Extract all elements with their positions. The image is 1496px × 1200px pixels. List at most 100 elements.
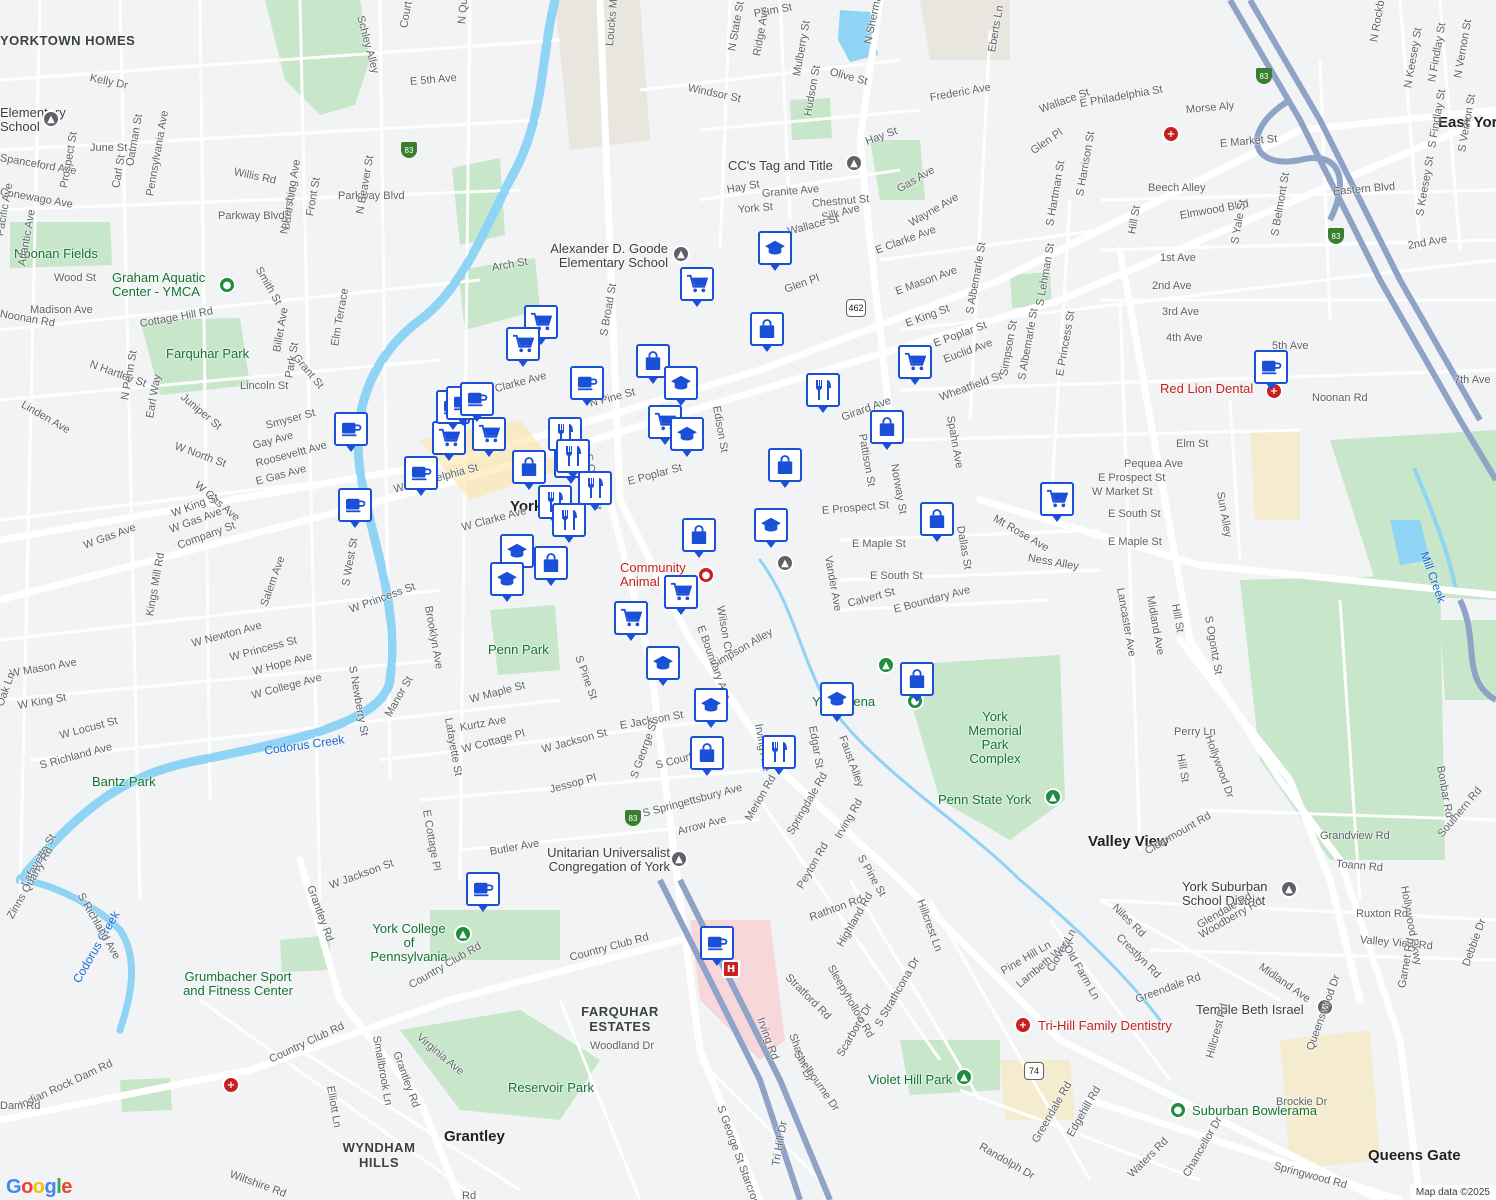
marker-pointer [691, 299, 703, 307]
map-marker-cart[interactable] [506, 327, 540, 371]
school-icon: ▲ [454, 925, 472, 943]
restaurant-icon [578, 471, 612, 505]
map-marker-bag[interactable] [900, 662, 934, 706]
logo-letter: o [21, 1176, 33, 1198]
park-shape [10, 222, 112, 268]
cafe-cup-icon [570, 366, 604, 400]
campus-area [1250, 430, 1300, 520]
cafe-cup-icon [1254, 350, 1288, 384]
shopping-bag-icon [870, 410, 904, 444]
shopping-bag-icon [900, 662, 934, 696]
temple-icon: ✡ [1316, 998, 1334, 1016]
school-cap-icon [670, 417, 704, 451]
logo-letter: G [6, 1176, 22, 1198]
map-marker-cap[interactable] [646, 646, 680, 690]
school-icon: ▲ [877, 656, 895, 674]
map-marker-cup[interactable] [404, 456, 438, 500]
marker-pointer [761, 344, 773, 352]
grocery-cart-icon [614, 601, 648, 635]
restaurant-icon [806, 373, 840, 407]
restaurant-icon [762, 735, 796, 769]
medical-icon: + [1162, 125, 1180, 143]
park-shape [430, 910, 560, 960]
restaurant-icon [556, 439, 590, 473]
map-marker-bag[interactable] [920, 502, 954, 546]
school-cap-icon [694, 688, 728, 722]
cafe-cup-icon [460, 382, 494, 416]
marker-pointer [345, 444, 357, 452]
shopping-bag-icon [690, 736, 724, 770]
marker-pointer [711, 958, 723, 966]
school-cap-icon [490, 562, 524, 596]
marker-pointer [647, 376, 659, 384]
map-marker-cart[interactable] [898, 345, 932, 389]
bowling-icon: ● [1169, 1101, 1187, 1119]
map-marker-cup[interactable] [1254, 350, 1288, 394]
map-canvas[interactable]: YORKTOWN HOMES FARQUHAR ESTATES WYNDHAM … [0, 0, 1496, 1200]
map-marker-cup[interactable] [570, 366, 604, 410]
map-marker-bag[interactable] [690, 736, 724, 780]
map-marker-cart[interactable] [680, 267, 714, 311]
map-marker-cap[interactable] [758, 231, 792, 275]
marker-pointer [349, 520, 361, 528]
school-icon: ▲ [1280, 880, 1298, 898]
marker-pointer [517, 359, 529, 367]
marker-pointer [657, 678, 669, 686]
dentist-icon: + [1014, 1016, 1032, 1034]
marker-pointer [779, 480, 791, 488]
school-icon: ▲ [776, 554, 794, 572]
marker-pointer [675, 398, 687, 406]
cafe-cup-icon [404, 456, 438, 490]
map-marker-bag[interactable] [768, 448, 802, 492]
map-marker-cap[interactable] [490, 562, 524, 606]
map-marker-cart[interactable] [614, 601, 648, 645]
cafe-cup-icon [466, 872, 500, 906]
marker-pointer [523, 482, 535, 490]
marker-pointer [909, 377, 921, 385]
map-marker-bag[interactable] [750, 312, 784, 356]
marker-pointer [911, 694, 923, 702]
marker-pointer [1265, 382, 1277, 390]
map-marker-fork[interactable] [552, 503, 586, 547]
logo-letter: g [44, 1176, 57, 1198]
map-marker-cap[interactable] [664, 366, 698, 410]
shopping-bag-icon [512, 450, 546, 484]
grocery-cart-icon [680, 267, 714, 301]
map-marker-bag[interactable] [534, 546, 568, 590]
map-marker-cup[interactable] [460, 382, 494, 426]
park-shape [1330, 430, 1496, 600]
campus-area [1280, 1030, 1380, 1170]
school-cap-icon [664, 366, 698, 400]
shopping-bag-icon [768, 448, 802, 482]
map-marker-fork[interactable] [806, 373, 840, 417]
map-marker-cup[interactable] [700, 926, 734, 970]
marker-pointer [415, 488, 427, 496]
map-marker-cap[interactable] [670, 417, 704, 461]
map-marker-cup[interactable] [334, 412, 368, 456]
google-logo: Google [6, 1176, 72, 1199]
map-marker-cap[interactable] [820, 682, 854, 726]
marker-pointer [581, 398, 593, 406]
marker-pointer [769, 263, 781, 271]
map-marker-cart[interactable] [664, 575, 698, 619]
marker-pointer [701, 768, 713, 776]
grocery-cart-icon [898, 345, 932, 379]
marker-pointer [931, 534, 943, 542]
map-marker-cup[interactable] [338, 488, 372, 532]
medical-icon: + [222, 1076, 240, 1094]
marker-pointer [705, 720, 717, 728]
restaurant-icon [552, 503, 586, 537]
marker-pointer [589, 503, 601, 511]
map-marker-bag[interactable] [682, 518, 716, 562]
marker-pointer [831, 714, 843, 722]
map-marker-cap[interactable] [754, 508, 788, 552]
map-marker-fork[interactable] [762, 735, 796, 779]
park-icon: ▲ [955, 1068, 973, 1086]
map-marker-bag[interactable] [870, 410, 904, 454]
government-icon: ▲ [845, 154, 863, 172]
map-marker-cup[interactable] [466, 872, 500, 916]
map-marker-cart[interactable] [1040, 482, 1074, 526]
grocery-cart-icon [506, 327, 540, 361]
cafe-cup-icon [334, 412, 368, 446]
map-marker-cap[interactable] [694, 688, 728, 732]
